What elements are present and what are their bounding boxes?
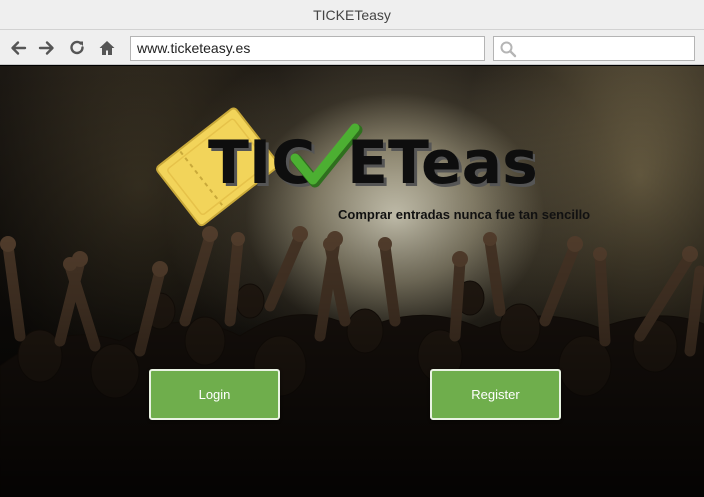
url-text: www.ticketeasy.es [137, 40, 251, 56]
back-arrow-icon[interactable] [8, 38, 28, 58]
address-bar[interactable]: www.ticketeasy.es [130, 36, 485, 61]
forward-arrow-icon[interactable] [37, 38, 57, 58]
login-button[interactable]: Login [149, 369, 280, 420]
browser-toolbar: www.ticketeasy.es [0, 30, 704, 65]
search-input[interactable] [493, 36, 695, 61]
concert-hero: TIC TIC ETeasy ETeasy Comprar entradas n… [0, 66, 704, 497]
search-icon [500, 41, 517, 58]
register-button-label: Register [471, 387, 520, 402]
logo-text-right: ETeasy [347, 128, 535, 198]
window-title: TICKETeasy [313, 6, 391, 23]
login-button-label: Login [198, 387, 231, 402]
window-titlebar: TICKETeasy [0, 0, 704, 30]
reload-icon[interactable] [67, 38, 87, 58]
register-button[interactable]: Register [430, 369, 561, 420]
tagline: Comprar entradas nunca fue tan sencillo [338, 207, 591, 222]
home-icon[interactable] [97, 38, 117, 58]
